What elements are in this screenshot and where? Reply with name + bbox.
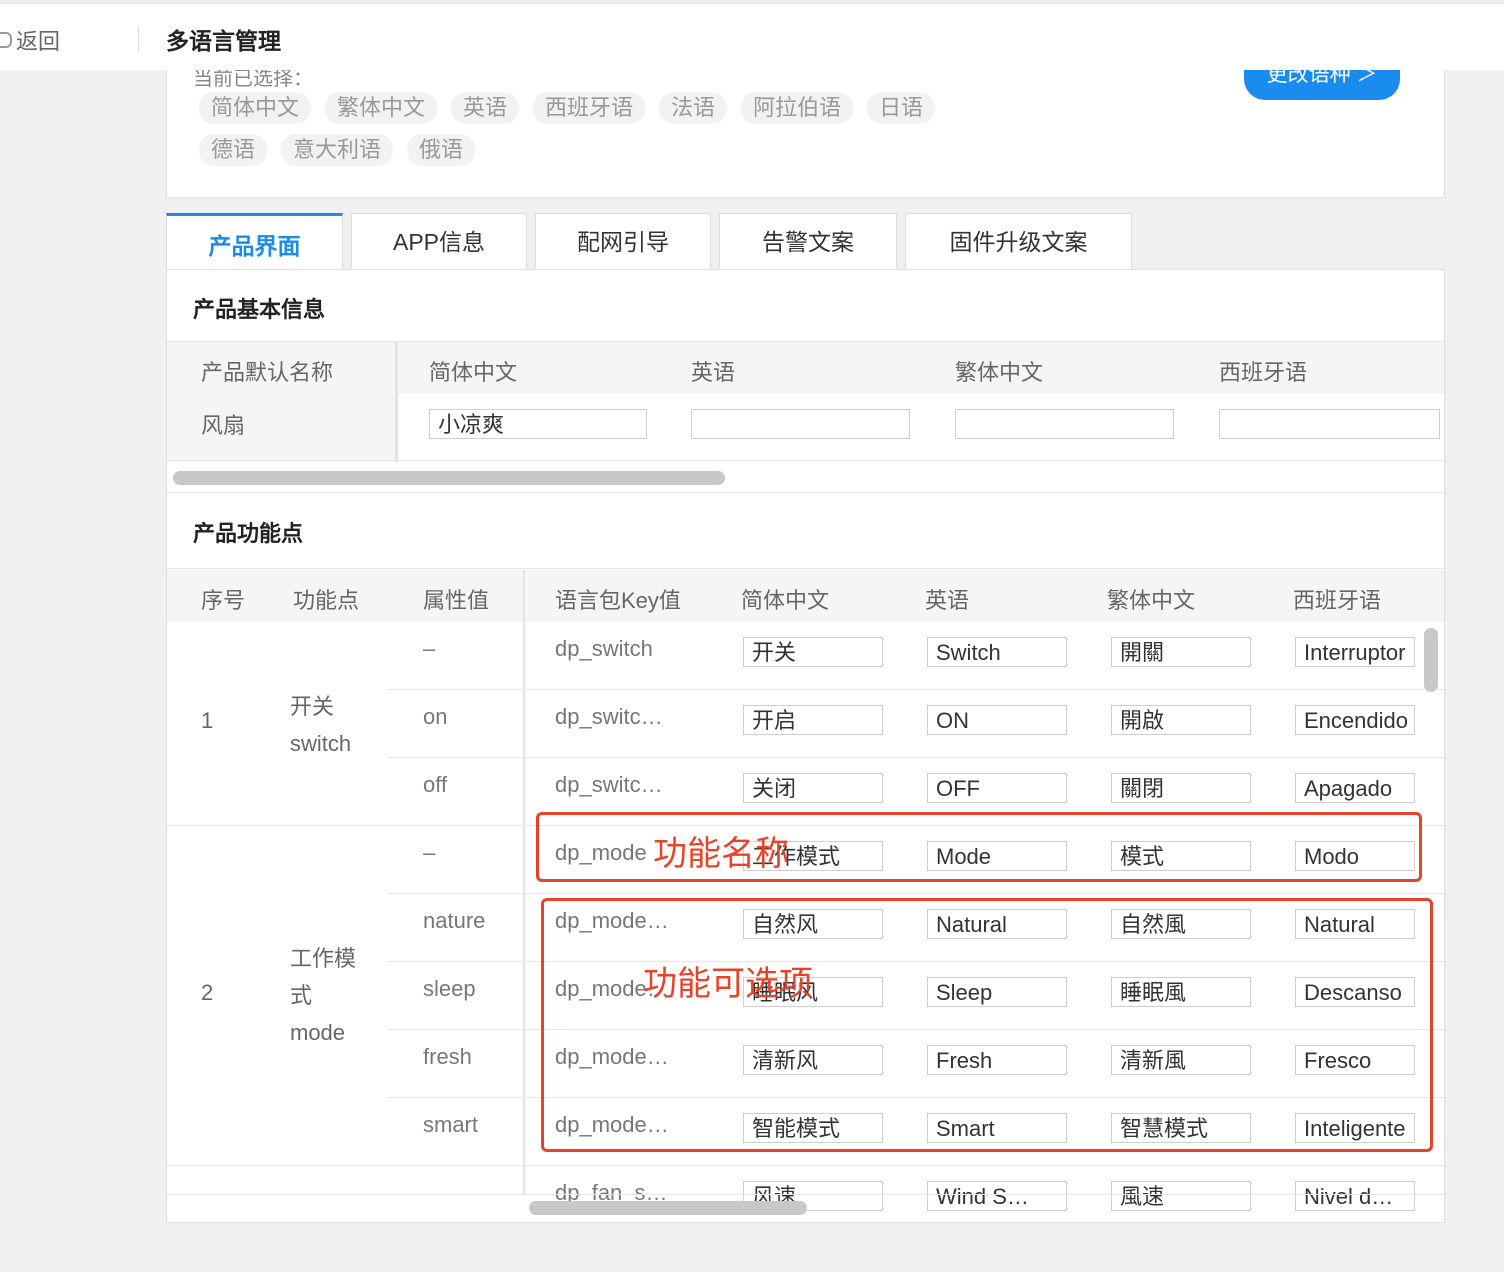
attribute-value: nature — [423, 908, 486, 933]
top-bar: 返回 多语言管理 — [0, 0, 1504, 70]
language-key: dp_switc… — [555, 772, 663, 797]
features-horizontal-scrollbar[interactable] — [529, 1201, 807, 1215]
tab-app-info[interactable]: APP信息 — [351, 213, 527, 270]
translation-input-en[interactable]: OFF — [927, 773, 1067, 803]
features-vertical-scrollbar[interactable] — [1424, 628, 1438, 692]
selected-languages-card: 当前已选择： 简体中文 繁体中文 英语 西班牙语 法语 阿拉伯语 日语 德语 意大利语 俄语 更… — [166, 70, 1445, 198]
header-zh-cn: 简体中文 — [429, 360, 518, 385]
attribute-value: fresh — [423, 1044, 472, 1069]
attribute-value: – — [423, 636, 436, 661]
language-chip: 阿拉伯语 — [741, 92, 854, 124]
basic-info-title: 产品基本信息 — [193, 297, 326, 322]
header-en: 英语 — [925, 588, 970, 613]
translation-input-tw[interactable]: 風速 — [1111, 1181, 1251, 1211]
language-chip: 繁体中文 — [325, 92, 438, 124]
header-en: 英语 — [691, 360, 736, 385]
divider — [167, 492, 1444, 493]
header-key: 语言包Key值 — [555, 588, 681, 613]
language-chip: 简体中文 — [199, 92, 312, 124]
language-chip: 意大利语 — [281, 134, 394, 166]
language-chips: 简体中文 繁体中文 英语 西班牙语 法语 阿拉伯语 日语 德语 意大利语 俄语 — [199, 92, 1059, 176]
translation-input-tw[interactable]: 關閉 — [1111, 773, 1251, 803]
header-feature: 功能点 — [293, 588, 360, 613]
translation-input-es[interactable]: Encendido — [1295, 705, 1415, 735]
row-divider — [387, 1165, 1444, 1166]
features-table-header: 序号 功能点 属性值 语言包Key值 简体中文 英语 繁体中文 西班牙语 — [167, 570, 1444, 622]
row-divider — [387, 689, 1444, 690]
feature-name: 开关 switch — [290, 694, 352, 756]
back-label: 返回 — [16, 29, 61, 54]
feature-options-highlight — [541, 898, 1433, 1152]
attribute-value: sleep — [423, 976, 476, 1001]
fixed-column-edge — [395, 342, 398, 462]
group-divider — [167, 825, 387, 826]
header-zh-tw: 繁体中文 — [1107, 588, 1196, 613]
header-divider — [138, 26, 139, 52]
divider — [167, 568, 1444, 569]
feature-options-annotation: 功能可选项 — [643, 965, 813, 1003]
language-chip: 法语 — [659, 92, 728, 124]
name-input-zh-cn[interactable]: 小凉爽 — [429, 409, 647, 439]
back-button[interactable]: 返回 — [0, 24, 60, 56]
header-attribute: 属性值 — [423, 588, 490, 613]
attribute-value: smart — [423, 1112, 478, 1137]
row-divider — [387, 757, 1444, 758]
basic-table-header: 产品默认名称 简体中文 英语 繁体中文 西班牙语 — [167, 342, 1444, 462]
page-title: 多语言管理 — [166, 28, 281, 54]
selected-label: 当前已选择： — [193, 70, 313, 90]
language-chip: 德语 — [199, 134, 268, 166]
divider — [167, 1194, 1444, 1195]
translation-input-es[interactable]: Nivel d… — [1295, 1181, 1415, 1211]
divider — [167, 460, 1444, 461]
translation-input-en[interactable]: Switch — [927, 637, 1067, 667]
attribute-value: – — [423, 840, 436, 865]
group-divider — [167, 1165, 387, 1166]
feature-index: 1 — [201, 708, 214, 733]
change-language-button[interactable]: 更改语种 ＞ — [1244, 70, 1400, 100]
feature-index: 2 — [201, 980, 214, 1005]
attribute-value: on — [423, 704, 448, 729]
language-chip: 俄语 — [407, 134, 476, 166]
translation-input-en[interactable]: ON — [927, 705, 1067, 735]
header-index: 序号 — [201, 588, 246, 613]
attribute-value: off — [423, 772, 448, 797]
tab-network-guide[interactable]: 配网引导 — [535, 213, 711, 270]
language-chip: 西班牙语 — [533, 92, 646, 124]
header-es: 西班牙语 — [1293, 588, 1382, 613]
name-input-es[interactable] — [1219, 409, 1440, 439]
translation-input-tw[interactable]: 開關 — [1111, 637, 1251, 667]
feature-name-annotation: 功能名称 — [653, 835, 789, 873]
basic-horizontal-scrollbar[interactable] — [173, 471, 725, 485]
row-divider — [387, 893, 1444, 894]
header-zh-tw: 繁体中文 — [955, 360, 1044, 385]
translation-input-zh[interactable]: 开启 — [743, 705, 883, 735]
name-input-zh-tw[interactable] — [955, 409, 1174, 439]
name-input-en[interactable] — [691, 409, 910, 439]
feature-name: 工作模 式 mode — [290, 946, 357, 1045]
translation-input-tw[interactable]: 開啟 — [1111, 705, 1251, 735]
header-es: 西班牙语 — [1219, 360, 1308, 385]
tab-firmware-text[interactable]: 固件升级文案 — [905, 213, 1132, 270]
features-title: 产品功能点 — [193, 521, 304, 546]
translation-input-es[interactable]: Apagado — [1295, 773, 1415, 803]
tab-alert-text[interactable]: 告警文案 — [719, 213, 897, 270]
language-key: dp_switch — [555, 636, 653, 661]
header-zh-cn: 简体中文 — [741, 588, 830, 613]
default-name-value: 风扇 — [201, 413, 246, 438]
translation-input-zh[interactable]: 关闭 — [743, 773, 883, 803]
back-arrow-icon — [0, 32, 12, 48]
translation-input-zh[interactable]: 开关 — [743, 637, 883, 667]
header-default-name: 产品默认名称 — [201, 360, 334, 385]
language-chip: 日语 — [867, 92, 936, 124]
fixed-column-edge — [523, 570, 527, 1194]
language-key: dp_switc… — [555, 704, 663, 729]
language-chip: 英语 — [451, 92, 520, 124]
tab-product-ui[interactable]: 产品界面 — [166, 213, 343, 270]
translation-input-es[interactable]: Interruptor — [1295, 637, 1415, 667]
translation-input-en[interactable]: Wind S… — [927, 1181, 1067, 1211]
